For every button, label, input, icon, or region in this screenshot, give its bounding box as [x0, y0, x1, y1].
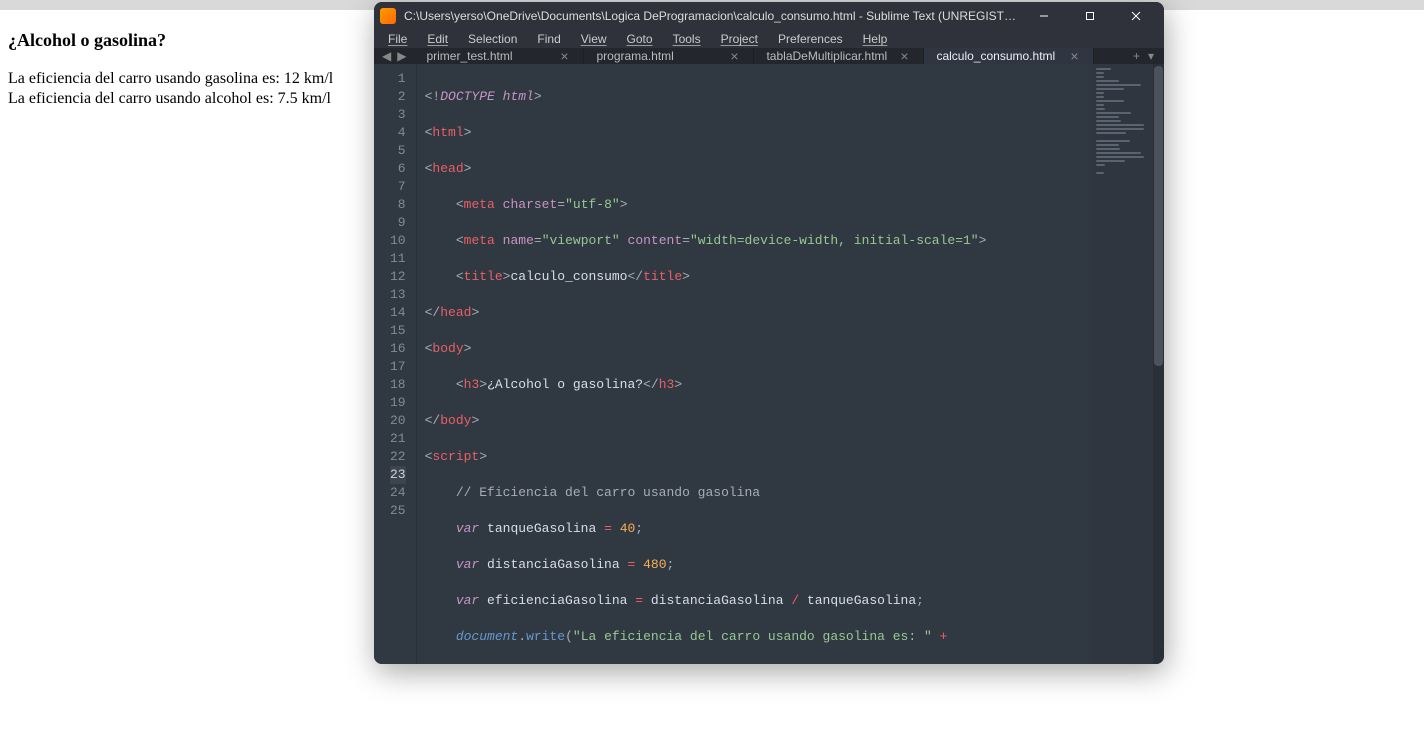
- line-number[interactable]: 17: [390, 358, 406, 376]
- window-title: C:\Users\yerso\OneDrive\Documents\Logica…: [404, 9, 1022, 23]
- line-number[interactable]: 20: [390, 412, 406, 430]
- output-line-alcohol: La eficiencia del carro usando alcohol e…: [8, 89, 362, 109]
- line-number[interactable]: 14: [390, 304, 406, 322]
- line-number[interactable]: 16: [390, 340, 406, 358]
- menu-project[interactable]: Project: [713, 30, 766, 48]
- tab-label: tablaDeMultiplicar.html: [766, 49, 887, 63]
- tab-label: programa.html: [596, 49, 673, 63]
- line-number[interactable]: 18: [390, 376, 406, 394]
- tab-close-icon[interactable]: ×: [1067, 48, 1081, 64]
- tab-calculo-consumo[interactable]: calculo_consumo.html ×: [924, 48, 1094, 64]
- menubar: File Edit Selection Find View Goto Tools…: [374, 30, 1164, 48]
- sublime-window: C:\Users\yerso\OneDrive\Documents\Logica…: [374, 2, 1164, 664]
- tabbar: ◀ ▶ primer_test.html × programa.html × t…: [374, 48, 1164, 64]
- window-controls: [1022, 2, 1158, 30]
- line-number[interactable]: 19: [390, 394, 406, 412]
- line-number[interactable]: 25: [390, 502, 406, 520]
- line-number[interactable]: 3: [390, 106, 406, 124]
- tab-programa[interactable]: programa.html ×: [584, 48, 754, 64]
- line-number[interactable]: 12: [390, 268, 406, 286]
- menu-help[interactable]: Help: [855, 30, 896, 48]
- menu-goto[interactable]: Goto: [619, 30, 661, 48]
- menu-find[interactable]: Find: [529, 30, 568, 48]
- tab-tabla-multiplicar[interactable]: tablaDeMultiplicar.html ×: [754, 48, 924, 64]
- line-number[interactable]: 24: [390, 484, 406, 502]
- tab-forward-icon[interactable]: ▶: [397, 49, 406, 63]
- new-tab-icon[interactable]: +: [1133, 49, 1140, 63]
- line-number[interactable]: 22: [390, 448, 406, 466]
- scrollbar-thumb[interactable]: [1154, 66, 1163, 366]
- tab-back-icon[interactable]: ◀: [382, 49, 391, 63]
- minimap[interactable]: [1092, 64, 1164, 664]
- line-number[interactable]: 23: [390, 466, 406, 484]
- menu-preferences[interactable]: Preferences: [770, 30, 851, 48]
- output-line-gasolina: La eficiencia del carro usando gasolina …: [8, 69, 362, 89]
- line-number[interactable]: 8: [390, 196, 406, 214]
- page-heading: ¿Alcohol o gasolina?: [8, 30, 362, 51]
- vertical-scrollbar[interactable]: [1153, 64, 1164, 664]
- tab-dropdown-icon[interactable]: ▾: [1148, 49, 1154, 63]
- tab-close-icon[interactable]: ×: [897, 48, 911, 64]
- line-number[interactable]: 4: [390, 124, 406, 142]
- tab-close-icon[interactable]: ×: [727, 48, 741, 64]
- tab-primer-test[interactable]: primer_test.html ×: [414, 48, 584, 64]
- line-number[interactable]: 13: [390, 286, 406, 304]
- menu-tools[interactable]: Tools: [665, 30, 709, 48]
- line-number[interactable]: 9: [390, 214, 406, 232]
- menu-view[interactable]: View: [573, 30, 615, 48]
- code-area[interactable]: <!DOCTYPE html> <html> <head> <meta char…: [417, 64, 1092, 664]
- line-number[interactable]: 2: [390, 88, 406, 106]
- line-gutter[interactable]: 1234567891011121314151617181920212223242…: [374, 64, 417, 664]
- line-number[interactable]: 15: [390, 322, 406, 340]
- tab-close-icon[interactable]: ×: [557, 48, 571, 64]
- menu-selection[interactable]: Selection: [460, 30, 525, 48]
- line-number[interactable]: 10: [390, 232, 406, 250]
- app-logo-icon: [380, 8, 396, 24]
- line-number[interactable]: 7: [390, 178, 406, 196]
- close-button[interactable]: [1114, 2, 1158, 30]
- line-number[interactable]: 1: [390, 70, 406, 88]
- tab-label: primer_test.html: [426, 49, 512, 63]
- line-number[interactable]: 6: [390, 160, 406, 178]
- menu-file[interactable]: File: [380, 30, 415, 48]
- titlebar[interactable]: C:\Users\yerso\OneDrive\Documents\Logica…: [374, 2, 1164, 30]
- tab-label: calculo_consumo.html: [936, 49, 1055, 63]
- line-number[interactable]: 21: [390, 430, 406, 448]
- line-number[interactable]: 5: [390, 142, 406, 160]
- menu-edit[interactable]: Edit: [419, 30, 456, 48]
- tab-nav-arrows[interactable]: ◀ ▶: [374, 48, 414, 64]
- maximize-button[interactable]: [1068, 2, 1112, 30]
- editor[interactable]: 1234567891011121314151617181920212223242…: [374, 64, 1164, 664]
- line-number[interactable]: 11: [390, 250, 406, 268]
- rendered-page: ¿Alcohol o gasolina? La eficiencia del c…: [0, 0, 370, 119]
- minimize-button[interactable]: [1022, 2, 1066, 30]
